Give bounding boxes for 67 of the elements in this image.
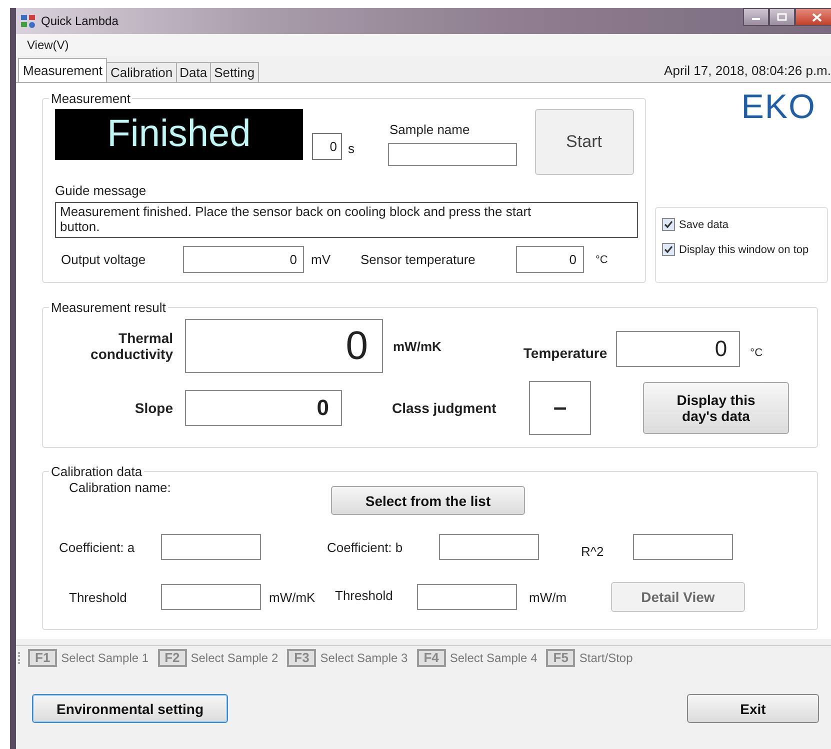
- slope-label: Slope: [134, 400, 173, 416]
- shortcut-label: Select Sample 3: [320, 651, 408, 665]
- tab[interactable]: Setting: [210, 62, 259, 82]
- unit-label: mW/m: [529, 590, 568, 604]
- sample-name-label: Sample name: [388, 122, 471, 137]
- threshold-field[interactable]: [417, 584, 517, 610]
- shortcut-label: Start/Stop: [579, 651, 633, 665]
- shortcut-label: Select Sample 2: [190, 651, 278, 665]
- checkbox[interactable]: [662, 218, 675, 231]
- close-icon: [812, 12, 822, 22]
- unit-label: °C: [596, 254, 608, 266]
- group-title: Measurement result: [50, 300, 167, 315]
- close-button[interactable]: [795, 8, 831, 26]
- class-judgment-label: Class judgment: [392, 400, 498, 416]
- minimize-button[interactable]: [743, 8, 769, 26]
- unit-label: mV: [311, 252, 330, 267]
- elapsed-field: 0: [312, 133, 342, 160]
- thermal-conductivity-field: 0: [185, 319, 383, 373]
- temperature-label: Temperature: [523, 345, 608, 361]
- group-title: Measurement: [50, 91, 132, 106]
- sensor-temperature-field: 0: [516, 246, 584, 273]
- checkbox-label: Save data: [679, 218, 729, 230]
- day-data-button[interactable]: Display this day's data: [643, 382, 789, 434]
- temperature-field: 0: [616, 331, 740, 367]
- shortcut-label: Select Sample 1: [61, 651, 149, 665]
- window-title: Quick Lambda: [41, 14, 118, 28]
- coefficient-a-field[interactable]: [161, 534, 261, 560]
- app-icon: [20, 13, 36, 29]
- shortcut-label: Select Sample 4: [450, 651, 538, 665]
- unit-label: °C: [750, 347, 763, 359]
- coefficient-b-field[interactable]: [439, 534, 539, 560]
- logo: EKO: [741, 89, 816, 125]
- menu-item[interactable]: View(V): [24, 36, 72, 54]
- coefficient-a-label: Coefficient: a: [59, 540, 136, 554]
- tab[interactable]: Data: [176, 62, 212, 82]
- r-squared-field[interactable]: [633, 534, 733, 560]
- group-title: Calibration data: [50, 464, 144, 479]
- start-button[interactable]: Start: [534, 109, 634, 175]
- checkbox[interactable]: [662, 243, 675, 256]
- unit-label: s: [348, 141, 354, 156]
- r-squared-label: R^2: [581, 544, 605, 558]
- slope-field: 0: [185, 390, 342, 426]
- sensor-temperature-label: Sensor temperature: [360, 252, 476, 267]
- thermal-conductivity-label: Thermal conductivity: [90, 330, 173, 362]
- guide-message: Measurement finished. Place the sensor back on cooling block and press the start button.: [55, 202, 638, 238]
- unit-label: mW/mK: [393, 338, 442, 354]
- unit-label: mW/mK: [269, 590, 316, 604]
- tab[interactable]: Measurement: [18, 58, 108, 82]
- sample-name-field[interactable]: [388, 143, 516, 166]
- tab[interactable]: Calibration: [106, 62, 177, 82]
- checkbox-label: Display this window on top: [679, 244, 809, 256]
- threshold-label: Threshold: [69, 590, 128, 604]
- date-time: April 17, 2018, 08:04:26 p.m.: [664, 63, 831, 78]
- class-judgment-field: –: [529, 381, 591, 435]
- maximize-button[interactable]: [769, 8, 795, 26]
- threshold-label: Threshold: [335, 588, 394, 602]
- exit-button[interactable]: Exit: [687, 694, 819, 723]
- status-display: Finished: [55, 109, 303, 160]
- output-voltage-field: 0: [183, 246, 304, 273]
- guide-label: Guide message: [55, 183, 148, 198]
- select-list-button[interactable]: Select from the list: [331, 486, 525, 515]
- output-voltage-label: Output voltage: [61, 252, 147, 267]
- coefficient-b-label: Coefficient: b: [327, 540, 404, 554]
- maximize-icon: [777, 13, 787, 21]
- calibration-name-label: Calibration name:: [69, 480, 172, 495]
- threshold-field[interactable]: [161, 584, 261, 610]
- environmental-setting-button[interactable]: Environmental setting: [32, 694, 228, 723]
